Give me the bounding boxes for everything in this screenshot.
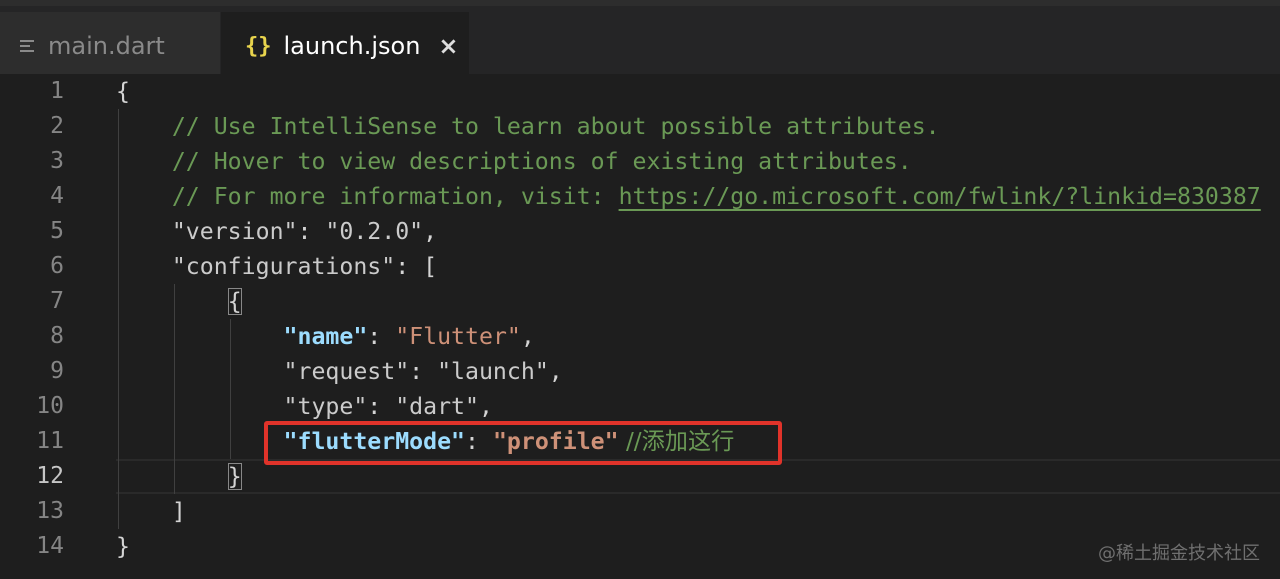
watermark: @稀土掘金技术社区 [1098,543,1260,564]
line-number-gutter: 1 2 3 4 5 6 7 8 9 10 11 12 13 14 [0,74,80,579]
code-line-6: "configurations": [ [116,249,437,284]
code-line-7: { [116,284,242,319]
line-number: 3 [50,148,64,174]
comma: , [520,323,535,350]
line-number: 13 [36,498,64,524]
colon: : [409,358,438,385]
tab-label: main.dart [48,32,165,60]
json-key: "configurations" [171,253,396,280]
annotation-highlight-box [264,421,782,465]
comment: // Use IntelliSense to learn about possi… [171,113,940,140]
json-value: "Flutter" [395,323,521,350]
code-line-2: // Use IntelliSense to learn about possi… [116,109,940,144]
brace-matched: { [227,288,242,315]
json-value: "launch" [437,358,549,385]
code-line-10: "type": "dart", [116,389,493,424]
line-number: 4 [50,183,64,209]
colon: : [395,253,424,280]
lines-icon [18,37,36,55]
line-number: 14 [36,533,64,559]
comment: // Hover to view descriptions of existin… [171,148,912,175]
comma: , [548,358,563,385]
line-number: 5 [50,218,64,244]
line-number: 11 [36,428,64,454]
code-line-5: "version": "0.2.0", [116,214,437,249]
brace-matched: } [227,463,242,490]
line-number: 7 [50,288,64,314]
comment: // For more information, visit: [171,183,619,210]
close-icon[interactable]: × [438,32,458,60]
brace: { [116,78,130,105]
line-number: 9 [50,358,64,384]
comma: , [478,393,493,420]
brace: } [116,533,130,560]
comma: , [423,218,438,245]
code-line-8: "name": "Flutter", [116,319,535,354]
tab-bar: main.dart {} launch.json × [0,0,1280,80]
json-key: "version" [171,218,298,245]
braces-icon: {} [245,33,272,59]
colon: : [297,218,326,245]
json-key: "type" [283,393,368,420]
code-editor[interactable]: 1 2 3 4 5 6 7 8 9 10 11 12 13 14 { // Us… [0,74,1280,579]
line-number: 8 [50,323,64,349]
json-value: "dart" [395,393,479,420]
code-line-12: } [116,459,242,494]
code-line-14: } [116,529,130,564]
doc-link[interactable]: https://go.microsoft.com/fwlink/?linkid=… [619,183,1261,210]
code-line-9: "request": "launch", [116,354,563,389]
tab-launch-json[interactable]: {} launch.json × [221,12,469,80]
json-value: "0.2.0" [325,218,424,245]
tab-label: launch.json [283,32,421,60]
colon: : [367,393,396,420]
json-key: "name" [283,323,368,350]
line-number-active: 12 [36,463,64,489]
code-line-4: // For more information, visit: https://… [116,179,1261,214]
code-line-13: ] [116,494,186,529]
json-key: "request" [283,358,410,385]
line-number: 10 [36,393,64,419]
bracket: [ [423,253,438,280]
line-number: 2 [50,113,64,139]
bracket: ] [171,498,186,525]
line-number: 6 [50,253,64,279]
code-line-3: // Hover to view descriptions of existin… [116,144,912,179]
tab-main-dart[interactable]: main.dart [0,12,220,80]
line-number: 1 [50,78,64,104]
code-line-1: { [116,74,130,109]
colon: : [367,323,396,350]
